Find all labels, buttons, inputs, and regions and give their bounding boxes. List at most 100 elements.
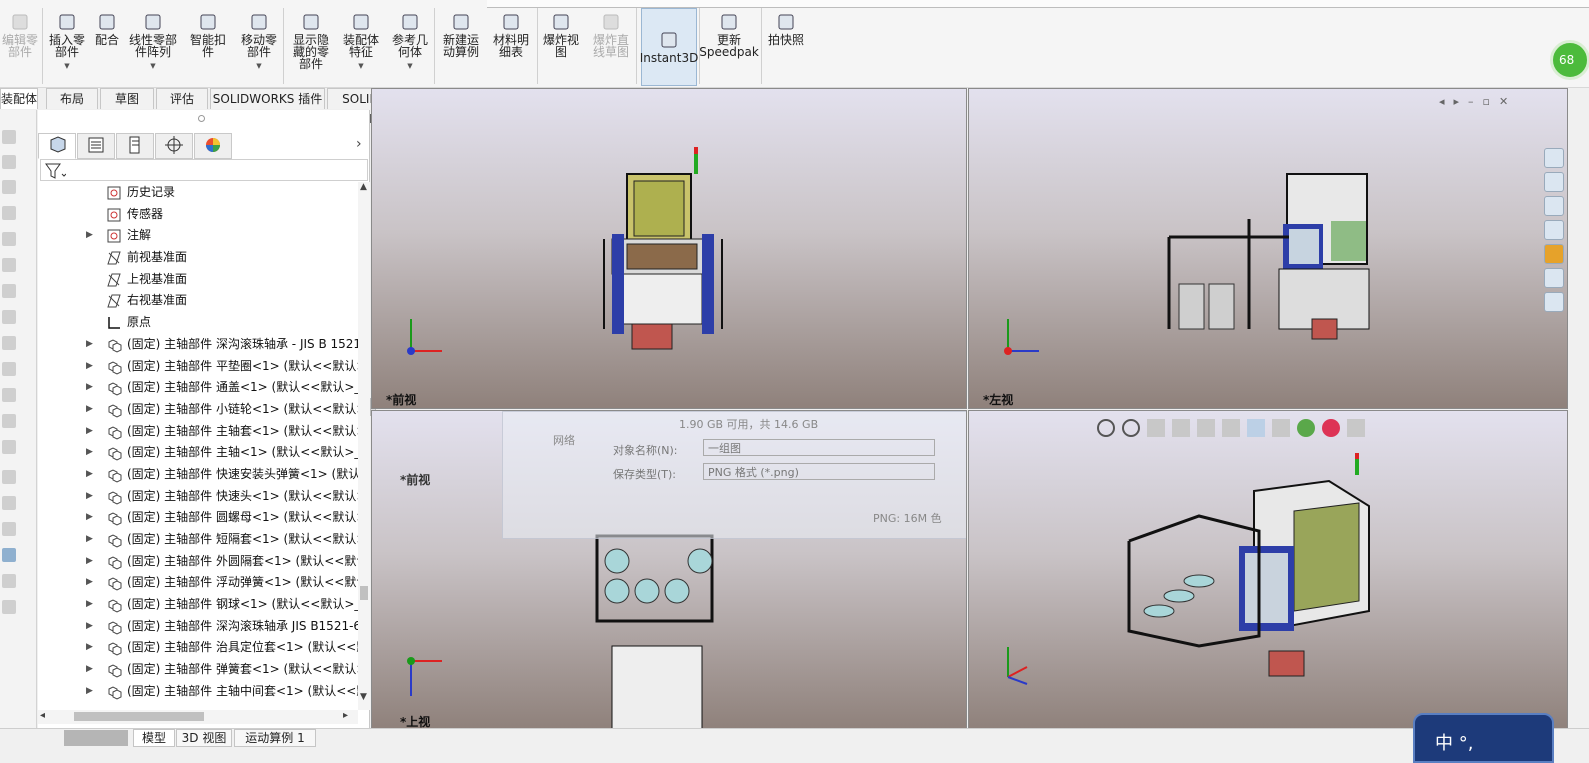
graphics-area[interactable]: *前视 ◂▸–▫✕ *左视 1.90 GB 可用，共 14.6 GB 网络 对象… (371, 88, 1568, 730)
view-settings-icon[interactable] (1347, 419, 1365, 437)
design-library-icon[interactable] (1544, 172, 1564, 192)
tab-motion-study-1[interactable]: 运动算例 1 (234, 729, 316, 747)
viewport-top[interactable]: 1.90 GB 可用，共 14.6 GB 网络 对象名称(N): 一组图 保存类… (371, 410, 967, 730)
tab-scroll-buttons[interactable] (64, 730, 128, 746)
scrollbar-thumb[interactable] (360, 586, 368, 600)
tab-solidworks-addins[interactable]: SOLIDWORKS 插件 (210, 88, 325, 109)
tool-icon[interactable] (2, 388, 16, 402)
tree-item[interactable]: 原点 (38, 312, 360, 334)
tree-item[interactable]: ▶ (固定) 主轴部件 浮动弹簧<1> (默认<<默认 (38, 572, 360, 594)
expand-arrow-icon[interactable]: ▶ (86, 572, 93, 593)
zoom-to-area-icon[interactable] (1122, 419, 1140, 437)
tab-display-manager[interactable] (194, 133, 232, 159)
tool-icon[interactable] (2, 496, 16, 510)
tree-item[interactable]: 前视基准面 (38, 247, 360, 269)
tool-icon[interactable] (2, 232, 16, 246)
exploded-view-button[interactable]: 爆炸视 图 (539, 12, 583, 84)
expand-arrow-icon[interactable]: ▶ (86, 421, 93, 442)
tree-item[interactable]: ▶ (固定) 主轴部件 快速头<1> (默认<<默认> (38, 486, 360, 508)
tree-item[interactable]: ▶ (固定) 主轴部件 短隔套<1> (默认<<默认> (38, 529, 360, 551)
tab-dimxpert-manager[interactable] (155, 133, 193, 159)
assembly-features-button[interactable]: 装配体 特征 ▼ (339, 12, 383, 84)
zoom-to-fit-icon[interactable] (1097, 419, 1115, 437)
reference-geometry-button[interactable]: 参考几 何体 ▼ (388, 12, 432, 84)
file-explorer-icon[interactable] (1544, 196, 1564, 216)
mate-button[interactable]: 配合 (92, 12, 122, 84)
custom-properties-icon[interactable] (1544, 268, 1564, 288)
tree-item[interactable]: ▶ (固定) 主轴部件 主轴中间套<1> (默认<<默 (38, 681, 360, 703)
view-palette-icon[interactable] (1544, 220, 1564, 240)
tab-assembly[interactable]: 装配体 (0, 88, 38, 109)
explode-line-sketch-button[interactable]: 爆炸直 线草图 (589, 12, 633, 84)
tool-icon[interactable] (2, 470, 16, 484)
expand-arrow-icon[interactable]: ▶ (86, 399, 93, 420)
tab-model[interactable]: 模型 (133, 729, 175, 747)
take-snapshot-button[interactable]: 拍快照 (764, 12, 808, 84)
viewport-left[interactable]: ◂▸–▫✕ *左视 (968, 88, 1568, 409)
linear-pattern-button[interactable]: 线性零部 件阵列 ▼ (127, 12, 179, 84)
feature-tree-filter[interactable] (40, 159, 368, 181)
tree-item[interactable]: ▶ (固定) 主轴部件 主轴<1> (默认<<默认>_显 (38, 442, 360, 464)
scrollbar-thumb[interactable] (74, 712, 204, 721)
tool-icon[interactable] (2, 574, 16, 588)
tree-item[interactable]: ▶ (固定) 主轴部件 主轴套<1> (默认<<默认> (38, 421, 360, 443)
tab-sketch[interactable]: 草图 (100, 88, 154, 109)
tree-item[interactable]: ▶ (固定) 主轴部件 平垫圈<1> (默认<<默认> (38, 356, 360, 378)
expand-arrow-icon[interactable]: ▶ (86, 486, 93, 507)
forum-icon[interactable] (1544, 292, 1564, 312)
expand-arrow-icon[interactable]: ▶ (86, 594, 93, 615)
viewport-isometric[interactable] (968, 410, 1568, 730)
tab-3d-views[interactable]: 3D 视图 (176, 729, 232, 747)
tree-item[interactable]: ▶ (固定) 主轴部件 深沟滚珠轴承 JIS B1521-69 (38, 616, 360, 638)
tool-icon[interactable] (2, 310, 16, 324)
previous-view-icon[interactable] (1147, 419, 1165, 437)
tool-icon[interactable] (2, 284, 16, 298)
edit-component-button[interactable]: 编辑零 部件 (0, 12, 40, 84)
chevron-down-icon[interactable]: ▼ (150, 60, 155, 72)
viewport-front[interactable]: *前视 (371, 88, 967, 409)
expand-arrow-icon[interactable]: ▶ (86, 442, 93, 463)
smart-fasteners-button[interactable]: 智能扣 件 (186, 12, 230, 84)
hide-show-items-icon[interactable] (1272, 419, 1290, 437)
home-icon[interactable] (1544, 148, 1564, 168)
ime-indicator[interactable]: 中 °, (1413, 713, 1554, 763)
expand-arrow-icon[interactable]: ▶ (86, 225, 93, 246)
tool-icon[interactable] (2, 180, 16, 194)
tree-vertical-scrollbar[interactable]: ▲ ▼ (358, 182, 370, 710)
tree-item[interactable]: 右视基准面 (38, 290, 360, 312)
viewport-window-controls[interactable]: ◂▸–▫✕ (1439, 95, 1517, 108)
expand-arrow-icon[interactable]: ▶ (86, 356, 93, 377)
tool-icon[interactable] (2, 440, 16, 454)
expand-arrow-icon[interactable]: ▶ (86, 334, 93, 355)
tree-item[interactable]: ▶ (固定) 主轴部件 深沟滚珠轴承 - JIS B 1521 (38, 334, 360, 356)
expand-arrow-icon[interactable]: ▶ (86, 551, 93, 572)
panel-grip-icon[interactable] (198, 115, 205, 122)
expand-arrow-icon[interactable]: ▶ (86, 507, 93, 528)
chevron-down-icon[interactable]: ▼ (64, 60, 69, 72)
tree-item[interactable]: ▶ (固定) 主轴部件 外圆隔套<1> (默认<<默认 (38, 551, 360, 573)
tool-icon[interactable] (2, 155, 16, 169)
tree-item[interactable]: ▶ (固定) 主轴部件 治具定位套<1> (默认<<默 (38, 637, 360, 659)
tree-item[interactable]: ▶ (固定) 主轴部件 快速安装头弹簧<1> (默认 (38, 464, 360, 486)
expand-arrow-icon[interactable]: ▶ (86, 681, 93, 702)
tool-icon[interactable] (2, 414, 16, 428)
user-avatar[interactable]: 68 (1550, 40, 1589, 80)
chevron-right-icon[interactable]: › (356, 136, 362, 152)
tree-item[interactable]: ▶ (固定) 主轴部件 弹簧套<1> (默认<<默认> (38, 659, 360, 681)
chevron-down-icon[interactable]: ▼ (256, 60, 261, 72)
dynamic-annotation-icon[interactable] (1197, 419, 1215, 437)
display-style-icon[interactable] (1247, 419, 1265, 437)
expand-arrow-icon[interactable]: ▶ (86, 464, 93, 485)
tab-evaluate[interactable]: 评估 (156, 88, 208, 109)
section-view-icon[interactable] (1172, 419, 1190, 437)
tree-item[interactable]: ▶ (固定) 主轴部件 小链轮<1> (默认<<默认> (38, 399, 360, 421)
tool-icon[interactable] (2, 522, 16, 536)
tool-icon[interactable] (2, 336, 16, 350)
appearances-icon[interactable] (1544, 244, 1564, 264)
move-component-button[interactable]: 移动零 部件 ▼ (238, 12, 280, 84)
chevron-up-icon[interactable]: ▲ (360, 182, 367, 192)
expand-arrow-icon[interactable]: ▶ (86, 616, 93, 637)
show-hidden-button[interactable]: 显示隐 藏的零 部件 (287, 12, 335, 84)
expand-arrow-icon[interactable]: ▶ (86, 637, 93, 658)
tool-icon[interactable] (2, 362, 16, 376)
